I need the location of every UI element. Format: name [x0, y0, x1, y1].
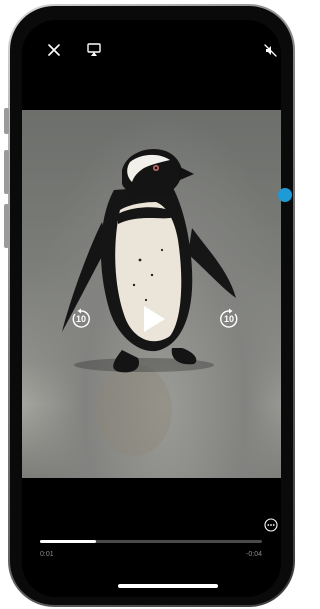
- volume-up-button: [4, 150, 9, 194]
- play-icon: [144, 306, 165, 332]
- video-player-screen: 10 10 0:01 -0:04: [22, 20, 281, 597]
- mute-button[interactable]: [260, 40, 280, 60]
- speaker-muted-icon: [263, 43, 277, 57]
- silent-switch: [4, 108, 9, 134]
- penguin-video-image: [62, 148, 236, 456]
- video-frame[interactable]: 10 10: [22, 110, 281, 478]
- remaining-time: -0:04: [246, 551, 262, 558]
- home-indicator[interactable]: [118, 584, 218, 588]
- skip-back-button[interactable]: 10: [70, 308, 92, 330]
- close-icon: [48, 44, 60, 56]
- volume-down-button: [4, 204, 9, 248]
- skip-forward-seconds: 10: [223, 314, 234, 324]
- airplay-icon: [87, 43, 101, 56]
- close-button[interactable]: [44, 40, 64, 60]
- more-options-icon: [264, 518, 278, 532]
- more-options-button[interactable]: [262, 516, 280, 534]
- skip-back-seconds: 10: [75, 314, 86, 324]
- blue-dot-marker: [278, 188, 292, 202]
- skip-forward-button[interactable]: 10: [218, 308, 240, 330]
- play-button[interactable]: [140, 304, 168, 334]
- progress-scrubber[interactable]: [40, 540, 262, 543]
- airplay-button[interactable]: [84, 40, 104, 60]
- elapsed-time: 0:01: [40, 551, 54, 558]
- progress-fill: [40, 540, 96, 543]
- page: 10 10 0:01 -0:04: [0, 0, 300, 609]
